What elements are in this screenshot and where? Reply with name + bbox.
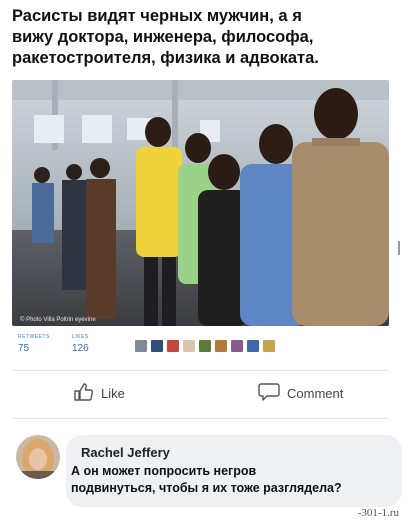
comment-label: Comment xyxy=(287,386,344,401)
comment: Rachel Jeffery А он может попросить негр… xyxy=(12,422,402,522)
scrollbar[interactable] xyxy=(398,241,400,255)
avatar[interactable] xyxy=(262,339,276,353)
men-in-line-photo xyxy=(12,80,389,326)
retweets-label: RETWEETS xyxy=(18,334,50,340)
comment-text: А он может попросить негров подвинуться,… xyxy=(71,464,342,495)
photo-credit: © Photo Villa Poltrin eyevine xyxy=(20,317,96,323)
retweets-value: 75 xyxy=(18,343,30,354)
avatar[interactable] xyxy=(230,339,244,353)
likes-value: 126 xyxy=(72,343,89,354)
comment-bubble: Rachel Jeffery А он может попросить негр… xyxy=(66,435,402,507)
like-button[interactable]: Like xyxy=(74,383,125,404)
avatar[interactable] xyxy=(150,339,164,353)
retweets-stat: RETWEETS 75 xyxy=(18,334,50,354)
comment-bubble-icon xyxy=(258,383,280,404)
comment-button[interactable]: Comment xyxy=(258,383,343,404)
avatar[interactable] xyxy=(198,339,212,353)
avatar[interactable] xyxy=(182,339,196,353)
liker-avatars xyxy=(134,339,276,353)
avatar[interactable] xyxy=(214,339,228,353)
avatar[interactable] xyxy=(16,435,60,479)
likes-label: LIKES xyxy=(72,334,89,340)
divider xyxy=(12,370,389,371)
meme-caption: Расисты видят черных мужчин, а я вижу до… xyxy=(12,7,319,67)
comment-author[interactable]: Rachel Jeffery xyxy=(81,445,170,460)
avatar[interactable] xyxy=(246,339,260,353)
likes-stat: LIKES 126 xyxy=(72,334,89,354)
post-photo: © Photo Villa Poltrin eyevine xyxy=(12,80,389,326)
divider xyxy=(12,418,389,419)
thumbs-up-icon xyxy=(74,383,94,404)
watermark: -301-1.ru xyxy=(355,507,401,519)
like-label: Like xyxy=(101,386,125,401)
avatar[interactable] xyxy=(166,339,180,353)
avatar[interactable] xyxy=(134,339,148,353)
